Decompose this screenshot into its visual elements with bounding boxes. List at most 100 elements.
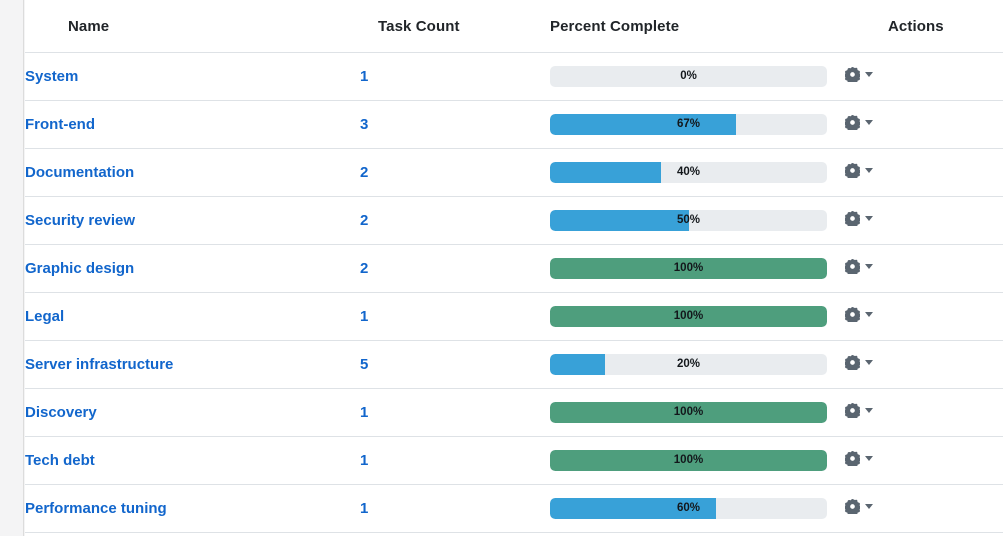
task-count-link[interactable]: 5 — [360, 356, 368, 373]
table-row: Legal 1 100% — [25, 292, 1003, 341]
task-count-link[interactable]: 2 — [360, 212, 368, 229]
cell-percent-complete: 50% — [550, 196, 845, 245]
cell-task-count: 2 — [360, 196, 550, 245]
cell-task-count: 2 — [360, 244, 550, 293]
cell-name: Server infrastructure — [25, 340, 360, 389]
task-count-link[interactable]: 2 — [360, 260, 368, 277]
row-actions-menu-button[interactable] — [845, 67, 873, 82]
project-name-link[interactable]: Security review — [25, 212, 135, 229]
progress-bar-label: 100% — [673, 406, 704, 418]
cell-percent-complete: 100% — [550, 292, 845, 341]
table-row: System 1 0% — [25, 52, 1003, 101]
progress-bar: 100% — [550, 306, 827, 327]
task-count-link[interactable]: 3 — [360, 116, 368, 133]
column-header-percent-complete-label: Percent Complete — [550, 17, 680, 35]
column-header-actions-label: Actions — [888, 17, 944, 35]
table-row: Security review 2 50% — [25, 196, 1003, 245]
chevron-down-icon — [865, 408, 873, 413]
progress-bar-label: 0% — [680, 70, 697, 82]
column-header-percent-complete[interactable]: Percent Complete — [550, 0, 845, 53]
cell-percent-complete: 40% — [550, 148, 845, 197]
cell-percent-complete: 100% — [550, 244, 845, 293]
row-actions-menu-button[interactable] — [845, 259, 873, 274]
task-count-link[interactable]: 2 — [360, 164, 368, 181]
row-actions-menu-button[interactable] — [845, 115, 873, 130]
task-count-link[interactable]: 1 — [360, 452, 368, 469]
chevron-down-icon — [865, 168, 873, 173]
gear-icon — [845, 355, 860, 370]
project-name-link[interactable]: Tech debt — [25, 452, 95, 469]
task-count-link[interactable]: 1 — [360, 308, 368, 325]
table-row: Performance tuning 1 60% — [25, 484, 1003, 533]
row-actions-menu-button[interactable] — [845, 403, 873, 418]
progress-bar: 20% — [550, 354, 827, 375]
column-header-task-count-label: Task Count — [378, 17, 460, 35]
project-name-link[interactable]: Documentation — [25, 164, 134, 181]
cell-actions — [845, 52, 1003, 101]
cell-actions — [845, 436, 1003, 485]
cell-task-count: 3 — [360, 100, 550, 149]
gear-icon — [845, 211, 860, 226]
row-actions-menu-button[interactable] — [845, 451, 873, 466]
cell-name: Documentation — [25, 148, 360, 197]
cell-actions — [845, 100, 1003, 149]
table-body: System 1 0% Front-end 3 67% Documentation 2 40% S… — [25, 52, 1003, 533]
cell-name: Tech debt — [25, 436, 360, 485]
table-row: Discovery 1 100% — [25, 388, 1003, 437]
row-actions-menu-button[interactable] — [845, 211, 873, 226]
cell-percent-complete: 60% — [550, 484, 845, 533]
chevron-down-icon — [865, 120, 873, 125]
task-count-link[interactable]: 1 — [360, 404, 368, 421]
cell-percent-complete: 100% — [550, 436, 845, 485]
chevron-down-icon — [865, 504, 873, 509]
cell-actions — [845, 340, 1003, 389]
chevron-down-icon — [865, 264, 873, 269]
gear-icon — [845, 115, 860, 130]
gear-icon — [845, 403, 860, 418]
project-table-card: Name Task Count Percent Complete Actions… — [25, 0, 1003, 536]
gear-icon — [845, 499, 860, 514]
row-actions-menu-button[interactable] — [845, 163, 873, 178]
progress-bar: 40% — [550, 162, 827, 183]
row-actions-menu-button[interactable] — [845, 499, 873, 514]
chevron-down-icon — [865, 456, 873, 461]
cell-task-count: 1 — [360, 52, 550, 101]
cell-task-count: 1 — [360, 388, 550, 437]
page-left-gutter — [0, 0, 24, 536]
table-row: Server infrastructure 5 20% — [25, 340, 1003, 389]
task-count-link[interactable]: 1 — [360, 500, 368, 517]
project-name-link[interactable]: Discovery — [25, 404, 97, 421]
progress-bar: 100% — [550, 450, 827, 471]
project-name-link[interactable]: Front-end — [25, 116, 95, 133]
column-header-name-label: Name — [68, 17, 110, 35]
cell-actions — [845, 292, 1003, 341]
progress-bar-label: 60% — [676, 502, 701, 514]
progress-bar-label: 67% — [676, 118, 701, 130]
progress-bar-label: 20% — [676, 358, 701, 370]
cell-task-count: 5 — [360, 340, 550, 389]
project-name-link[interactable]: System — [25, 68, 78, 85]
cell-task-count: 2 — [360, 148, 550, 197]
progress-bar: 67% — [550, 114, 827, 135]
column-header-task-count[interactable]: Task Count — [360, 0, 550, 53]
row-actions-menu-button[interactable] — [845, 307, 873, 322]
chevron-down-icon — [865, 216, 873, 221]
project-name-link[interactable]: Performance tuning — [25, 500, 167, 517]
task-count-link[interactable]: 1 — [360, 68, 368, 85]
project-name-link[interactable]: Server infrastructure — [25, 356, 173, 373]
project-name-link[interactable]: Graphic design — [25, 260, 134, 277]
column-header-actions: Actions — [845, 0, 1003, 53]
cell-percent-complete: 100% — [550, 388, 845, 437]
chevron-down-icon — [865, 312, 873, 317]
project-name-link[interactable]: Legal — [25, 308, 64, 325]
cell-percent-complete: 20% — [550, 340, 845, 389]
progress-bar-label: 100% — [673, 454, 704, 466]
column-header-name[interactable]: Name — [25, 0, 360, 53]
progress-bar: 0% — [550, 66, 827, 87]
cell-actions — [845, 484, 1003, 533]
cell-actions — [845, 148, 1003, 197]
row-actions-menu-button[interactable] — [845, 355, 873, 370]
cell-actions — [845, 388, 1003, 437]
cell-actions — [845, 244, 1003, 293]
table-header: Name Task Count Percent Complete Actions — [25, 0, 1003, 53]
